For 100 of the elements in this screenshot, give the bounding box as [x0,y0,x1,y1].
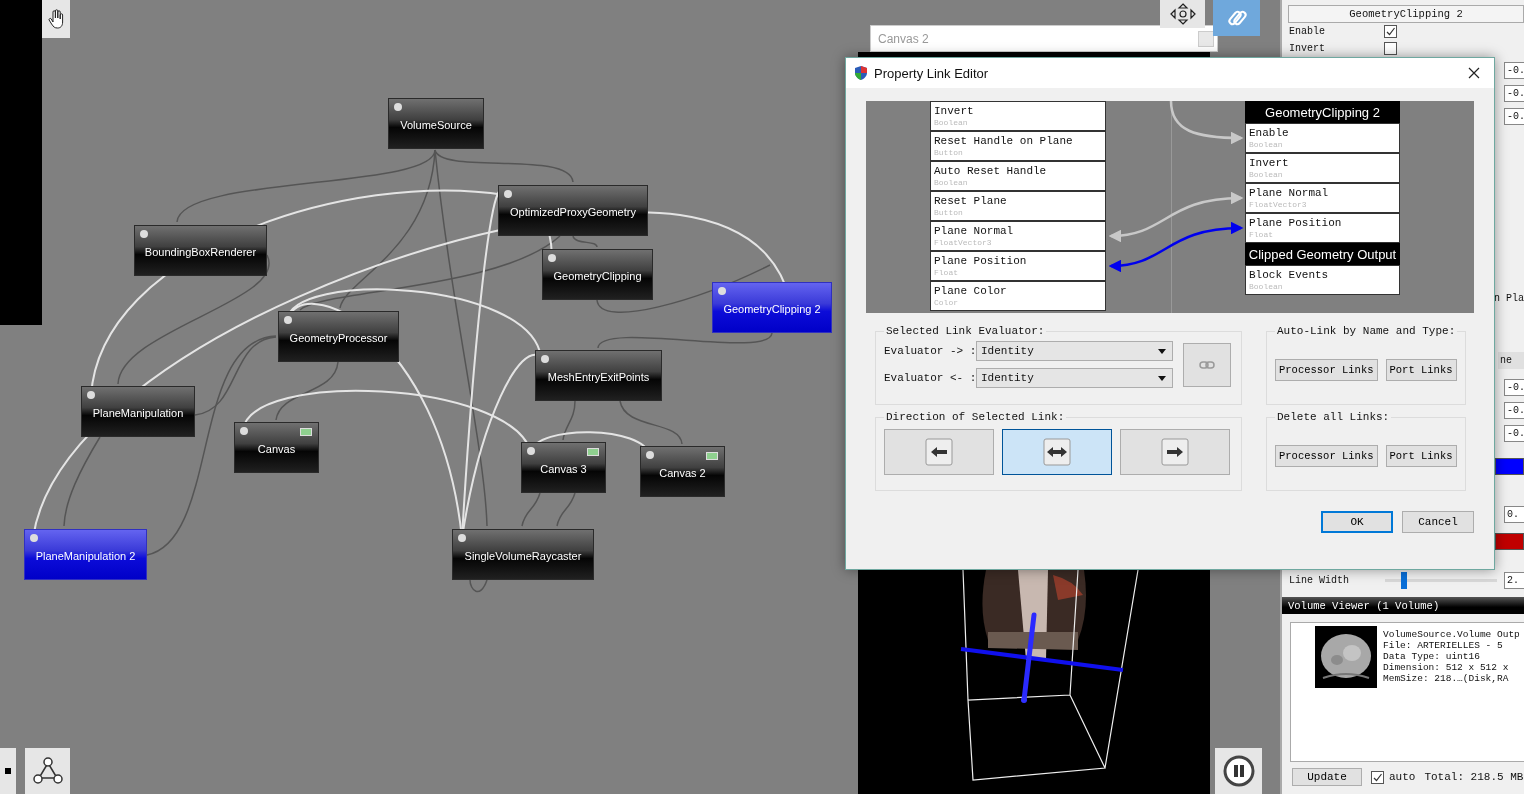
processor-node[interactable]: Canvas 2 [640,446,725,497]
delete-links-button[interactable]: Port Links [1385,445,1457,467]
property-name: Auto Reset Handle [934,165,1048,178]
cancel-button[interactable]: Cancel [1402,511,1474,533]
processor-node[interactable]: MeshEntryExitPoints [535,350,662,401]
processor-node[interactable]: VolumeSource [388,98,484,149]
evaluator-dropdown[interactable]: Identity [976,368,1173,388]
property-name: Block Events [1249,269,1330,282]
link-handle-icon[interactable] [284,316,292,324]
auto-link-button[interactable]: Port Links [1385,359,1457,381]
property-row[interactable]: Reset Handle on Plane Button [930,131,1106,161]
processor-node[interactable]: PlaneManipulation 2 [24,529,147,580]
number-field[interactable]: -0. [1504,85,1524,102]
connection-line [556,492,576,527]
number-field[interactable]: -0. [1504,402,1524,419]
property-type: FloatVector3 [1249,200,1308,209]
processor-node[interactable]: PlaneManipulation [81,386,195,437]
property-row[interactable]: Reset Plane Button [930,191,1106,221]
caret-icon [1158,375,1166,381]
node-title: MeshEntryExitPoints [547,370,650,383]
link-handle-icon[interactable] [541,355,549,363]
property-name: Invert [1249,157,1290,170]
property-name: Invert [934,105,975,118]
move-arrows-button[interactable] [1160,0,1205,28]
processor-node[interactable]: GeometryClipping [542,249,653,300]
property-label: Invert [1289,43,1326,54]
link-handle-icon[interactable] [527,447,535,455]
update-button[interactable]: Update [1292,768,1362,786]
caret-icon [1158,348,1166,354]
connection-line [469,579,488,593]
direction-button[interactable] [1002,429,1112,475]
color-swatch[interactable] [1495,458,1524,475]
number-field[interactable]: -0. [1504,62,1524,79]
processor-node[interactable]: BoundingBoxRenderer [134,225,267,276]
canvas-indicator-icon [300,428,312,436]
link-icon [1199,360,1215,369]
link-handle-icon[interactable] [140,230,148,238]
number-field[interactable]: -0. [1504,108,1524,125]
checkbox[interactable] [1371,770,1384,784]
property-row[interactable]: Plane Normal FloatVector3 [1245,183,1400,213]
connection-line [572,235,598,248]
processor-name: Clipped Geometry Output [1248,246,1397,262]
property-label: Enable [1289,26,1326,37]
property-name: Reset Plane [934,195,1008,208]
square-button[interactable] [0,748,16,794]
processor-node[interactable]: GeometryProcessor [278,311,399,362]
number-field[interactable]: 0. [1504,506,1524,523]
link-handle-icon[interactable] [646,451,654,459]
node-title: GeometryClipping 2 [723,302,821,315]
property-type: Boolean [1249,282,1284,291]
evaluator-dropdown[interactable]: Identity [976,341,1173,361]
property-name: Plane Position [934,255,1028,268]
processor-node[interactable]: GeometryClipping 2 [712,282,832,333]
processor-node[interactable]: Canvas [234,422,319,473]
link-handle-icon[interactable] [394,103,402,111]
link-handle-icon[interactable] [504,190,512,198]
link-handle-icon[interactable] [240,427,248,435]
link-handle-icon[interactable] [30,534,38,542]
group-label: Selected Link Evaluator: [885,325,1046,337]
link-handle-icon[interactable] [458,534,466,542]
panel-title: Volume Viewer (1 Volume) [1288,599,1440,612]
number-field[interactable]: -0. [1504,425,1524,442]
processor-node[interactable]: Canvas 3 [521,442,606,493]
link-handle-icon[interactable] [87,391,95,399]
property-row[interactable]: Block Events Boolean [1245,265,1400,295]
property-name: Reset Handle on Plane [934,135,1074,148]
ok-button[interactable]: OK [1321,511,1393,533]
memory-total: Total: 218.5 MB [1424,771,1524,783]
property-label: n Pla [1494,293,1524,306]
color-swatch[interactable] [1495,533,1524,550]
volume-info-line: Data Type: uint16 [1383,651,1481,662]
checkbox[interactable] [1384,25,1397,38]
processor-node[interactable]: OptimizedProxyGeometry [498,185,648,236]
property-row[interactable]: Invert Boolean [1245,153,1400,183]
group-label: Auto-Link by Name and Type: [1276,325,1457,337]
shield-icon [853,65,869,81]
number-field[interactable]: 2. [1504,572,1524,589]
property-type: Boolean [1249,170,1284,179]
node-title: Canvas 2 [659,466,706,479]
hand-icon [48,9,64,29]
property-row[interactable]: Plane Normal FloatVector3 [930,221,1106,251]
property-row[interactable]: Enable Boolean [1245,123,1400,153]
group-header: ne [1498,352,1524,369]
network-layout-button[interactable] [25,748,70,794]
property-row[interactable]: Invert Boolean [930,101,1106,131]
checkbox[interactable] [1384,42,1397,55]
evaluator-label: Evaluator -> : [884,345,976,357]
link-handle-icon[interactable] [548,254,556,262]
link-handle-icon[interactable] [718,287,726,295]
number-field[interactable]: -0. [1504,379,1524,396]
property-row[interactable]: Auto Reset Handle Boolean [930,161,1106,191]
link-arrow[interactable] [1108,222,1244,272]
pan-tool-button[interactable] [42,0,70,38]
auto-link-button[interactable]: Processor Links [1275,359,1378,381]
slider-thumb[interactable] [1400,572,1407,589]
processor-node[interactable]: SingleVolumeRaycaster [452,529,594,580]
pause-button[interactable] [1215,748,1262,794]
property-type: Boolean [934,178,969,187]
delete-links-button[interactable]: Processor Links [1275,445,1378,467]
node-title: GeometryClipping [553,269,642,282]
